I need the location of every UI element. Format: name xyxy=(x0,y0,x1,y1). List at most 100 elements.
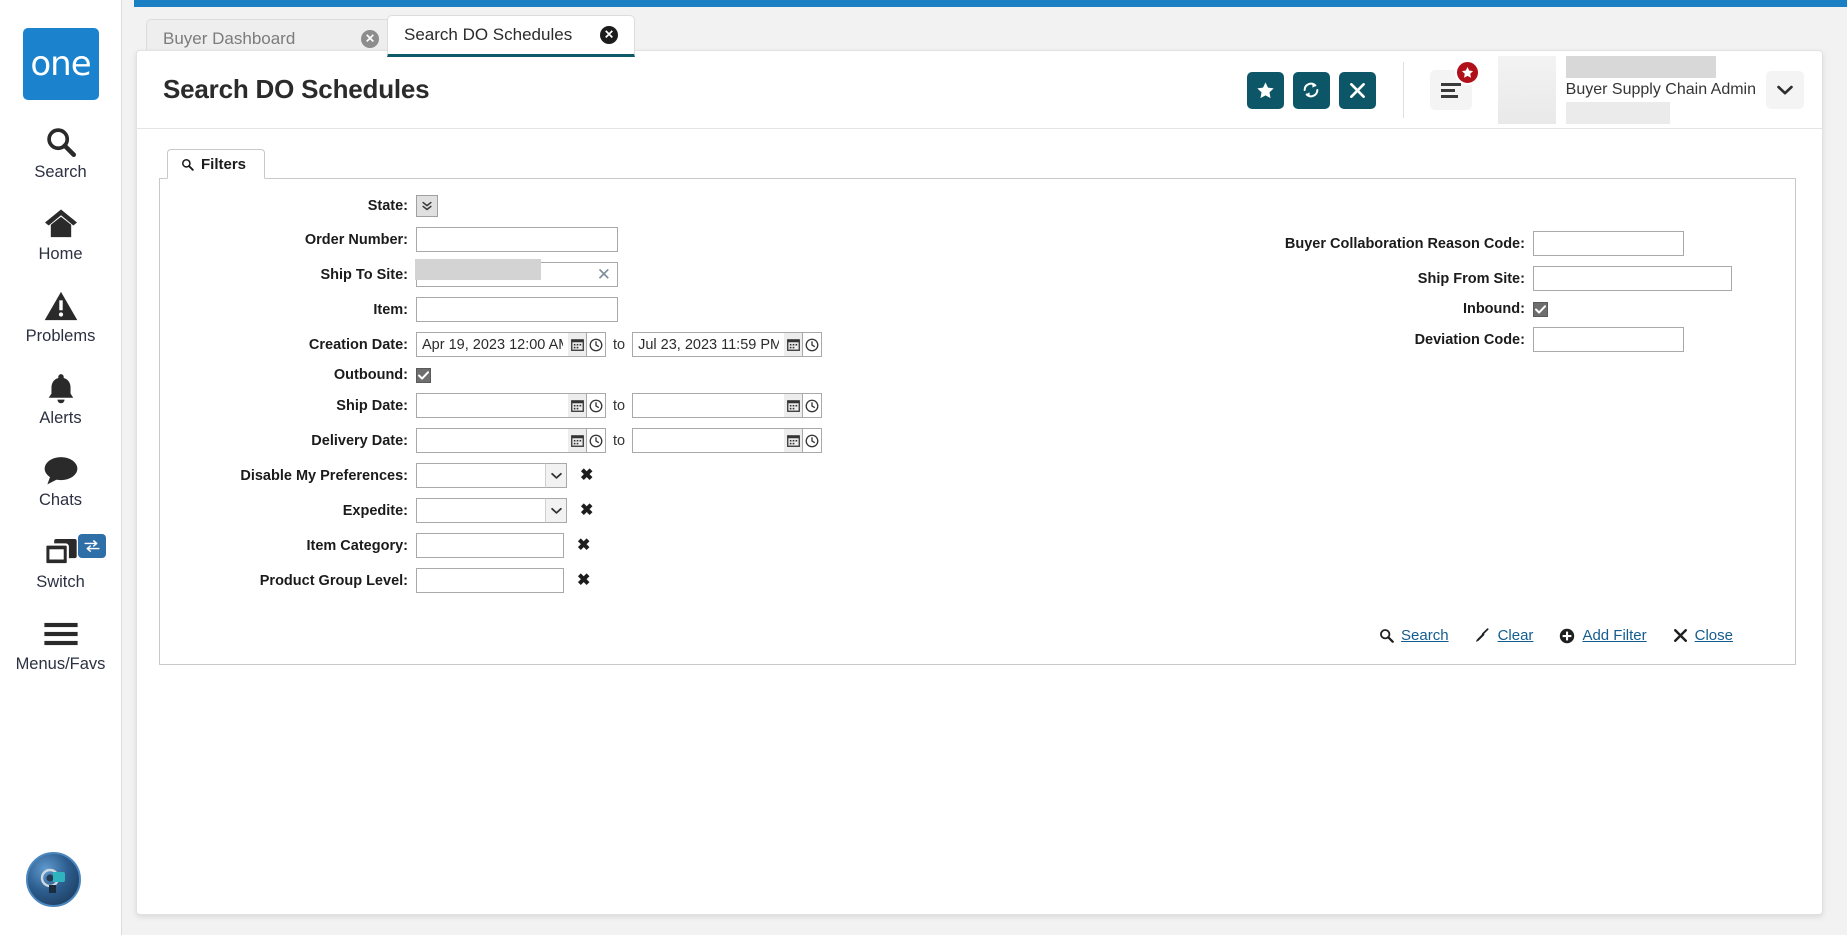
date-separator: to xyxy=(613,432,626,449)
field-ship-date: Ship Date: to xyxy=(182,393,1073,418)
sidebar-item-chats[interactable]: Chats xyxy=(0,450,122,510)
label-creation-date: Creation Date: xyxy=(308,336,408,353)
close-link[interactable]: Close xyxy=(1673,627,1733,644)
label-ship-date: Ship Date: xyxy=(336,397,408,414)
search-link[interactable]: Search xyxy=(1379,627,1449,644)
item-category-input[interactable] xyxy=(416,533,564,558)
delivery-date-to-input[interactable] xyxy=(632,428,785,453)
clock-icon[interactable] xyxy=(587,393,606,418)
clear-link[interactable]: Clear xyxy=(1475,627,1534,644)
add-filter-link[interactable]: Add Filter xyxy=(1559,627,1647,644)
remove-expedite-filter[interactable]: ✖ xyxy=(580,502,593,518)
x-clear-icon[interactable]: ✕ xyxy=(597,265,611,284)
clock-icon[interactable] xyxy=(803,332,823,357)
label-deviation-code: Deviation Code: xyxy=(1414,331,1525,348)
ship-from-site-input[interactable] xyxy=(1532,266,1732,291)
sidebar-item-switch[interactable]: Switch xyxy=(0,532,122,592)
tab-label: Buyer Dashboard xyxy=(163,28,296,48)
close-button[interactable] xyxy=(1338,71,1376,109)
logo-text: one xyxy=(30,44,91,84)
chevron-down-icon[interactable] xyxy=(545,498,567,523)
header-actions: Buyer Supply Chain Admin xyxy=(1246,51,1822,129)
field-ship-to-site: Ship To Site: ✕ xyxy=(182,259,1073,287)
sidebar-item-search[interactable]: Search xyxy=(0,122,122,182)
ship-date-from-input[interactable] xyxy=(416,393,568,418)
x-icon xyxy=(1349,82,1365,98)
notifications-menu-button[interactable] xyxy=(1429,60,1480,110)
clear-link-label: Clear xyxy=(1497,627,1534,644)
creation-date-from-input[interactable] xyxy=(416,332,568,357)
label-delivery-date: Delivery Date: xyxy=(311,432,408,449)
disable-my-preferences-select[interactable] xyxy=(416,463,567,488)
sidebar-label-search: Search xyxy=(34,163,87,181)
order-number-input[interactable] xyxy=(416,227,618,252)
filters-body: State: Order Number: Ship To Site: ✕ Ite… xyxy=(159,178,1796,665)
user-name: Buyer Supply Chain Admin xyxy=(1565,81,1756,98)
clock-icon[interactable] xyxy=(587,428,606,453)
swap-arrows-icon xyxy=(83,540,100,552)
calendar-icon[interactable] xyxy=(568,428,587,453)
tab-close-icon[interactable]: ✕ xyxy=(600,26,618,44)
calendar-icon[interactable] xyxy=(568,332,587,357)
one-logo: one xyxy=(22,28,99,100)
user-zone[interactable]: Buyer Supply Chain Admin xyxy=(1497,56,1804,124)
creation-date-to-input[interactable] xyxy=(632,332,785,357)
clock-icon[interactable] xyxy=(587,332,606,357)
tab-filters[interactable]: Filters xyxy=(167,149,266,179)
remove-disable-my-preferences-filter[interactable]: ✖ xyxy=(580,467,593,483)
search-icon xyxy=(1380,629,1394,643)
delivery-date-from-input[interactable] xyxy=(416,428,568,453)
sidebar-item-home[interactable]: Home xyxy=(0,204,122,264)
deviation-code-input[interactable] xyxy=(1532,327,1684,352)
add-filter-link-label: Add Filter xyxy=(1582,627,1647,644)
sidebar-label-problems: Problems xyxy=(25,327,96,345)
switch-toggle-badge[interactable] xyxy=(77,534,106,558)
calendar-icon[interactable] xyxy=(568,393,587,418)
sidebar-item-alerts[interactable]: Alerts xyxy=(0,368,122,428)
ship-date-to-input[interactable] xyxy=(632,393,785,418)
calendar-icon[interactable] xyxy=(784,393,804,418)
field-disable-my-preferences: Disable My Preferences: ✖ xyxy=(182,463,1073,488)
label-inbound: Inbound: xyxy=(1462,301,1525,317)
page-title: Search DO Schedules xyxy=(163,74,430,104)
hamburger-menu-icon xyxy=(1440,82,1461,98)
buyer-collaboration-reason-code-input[interactable] xyxy=(1532,231,1684,256)
sidebar-item-problems[interactable]: Problems xyxy=(0,286,122,346)
sidebar-label-chats: Chats xyxy=(38,491,83,509)
remove-item-category-filter[interactable]: ✖ xyxy=(577,537,590,553)
clock-icon[interactable] xyxy=(803,393,823,418)
double-chevron-down-icon xyxy=(422,201,432,211)
state-expand-button[interactable] xyxy=(416,195,438,217)
warning-triangle-icon xyxy=(44,286,78,326)
refresh-button[interactable] xyxy=(1292,71,1330,109)
refresh-icon xyxy=(1303,82,1319,98)
label-buyer-collaboration-reason-code: Buyer Collaboration Reason Code: xyxy=(1284,235,1525,252)
calendar-icon[interactable] xyxy=(784,332,804,357)
product-group-level-input[interactable] xyxy=(416,568,564,593)
expedite-select[interactable] xyxy=(416,498,567,523)
chevron-down-icon[interactable] xyxy=(545,463,567,488)
star-icon xyxy=(1257,81,1274,98)
tab-search-do-schedules[interactable]: Search DO Schedules ✕ xyxy=(387,15,635,57)
user-menu-button[interactable] xyxy=(1766,71,1804,109)
search-link-label: Search xyxy=(1401,627,1449,644)
filters-panel: Filters State: Order Number: Ship To Sit… xyxy=(159,149,1796,666)
remove-product-group-level-filter[interactable]: ✖ xyxy=(577,572,590,588)
field-state: State: xyxy=(182,195,1073,217)
inbound-checkbox[interactable] xyxy=(1532,301,1548,317)
redacted-role-bar xyxy=(1565,102,1670,124)
outbound-checkbox[interactable] xyxy=(416,367,431,383)
favorite-button[interactable] xyxy=(1246,71,1284,109)
calendar-icon[interactable] xyxy=(784,428,804,453)
tab-close-icon[interactable]: ✕ xyxy=(361,29,379,48)
robot-head-icon xyxy=(40,868,65,893)
sidebar-item-menus-favs[interactable]: Menus/Favs xyxy=(0,614,122,674)
field-delivery-date: Delivery Date: to xyxy=(182,428,1073,453)
redacted-company-bar xyxy=(1565,56,1716,78)
field-item: Item: xyxy=(182,297,1073,322)
robot-head-avatar[interactable] xyxy=(26,852,81,907)
label-outbound: Outbound: xyxy=(333,367,408,383)
item-input[interactable] xyxy=(416,297,618,322)
field-order-number: Order Number: xyxy=(182,227,1073,252)
clock-icon[interactable] xyxy=(803,428,823,453)
